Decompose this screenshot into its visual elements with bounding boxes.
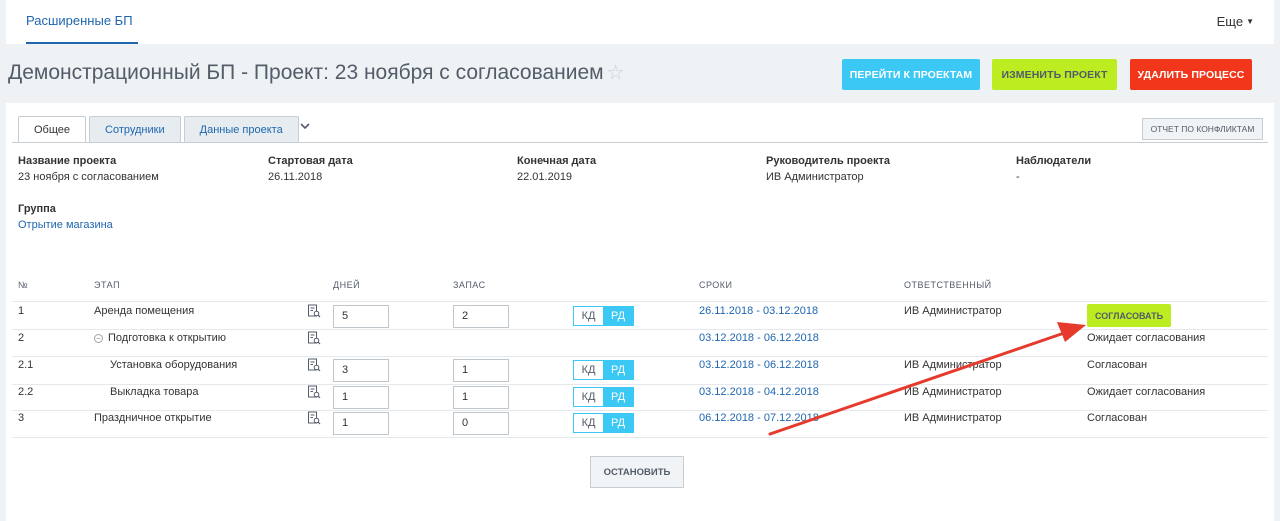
conflict-report-button[interactable]: ОТЧЕТ ПО КОНФЛИКТАМ [1142, 118, 1263, 140]
reserve-input[interactable]: 2 [453, 305, 509, 328]
active-tab-underline [26, 42, 138, 44]
rd-option[interactable]: РД [603, 307, 633, 325]
approve-button[interactable]: СОГЛАСОВАТЬ [1087, 304, 1171, 327]
col-num: № [18, 280, 29, 290]
stop-button[interactable]: ОСТАНОВИТЬ [590, 456, 684, 488]
row-dates[interactable]: 26.11.2018 - 03.12.2018 [699, 305, 818, 317]
col-reserve: ЗАПАС [453, 280, 486, 290]
top-navigation: Расширенные БП Еще ▼ [6, 0, 1274, 44]
row-num: 2.1 [18, 359, 34, 371]
kd-option[interactable]: КД [574, 414, 603, 432]
days-input[interactable]: 1 [333, 386, 389, 409]
group-label: Группа [18, 203, 56, 215]
row-divider [12, 384, 1268, 385]
row-stage: Установка оборудования [110, 359, 238, 371]
document-search-icon[interactable] [307, 358, 321, 372]
tab-project-data[interactable]: Данные проекта [183, 116, 299, 142]
page-title: Демонстрационный БП - Проект: 23 ноября … [8, 60, 625, 85]
group-link[interactable]: Отрытие магазина [18, 219, 113, 231]
kd-option[interactable]: КД [574, 388, 603, 406]
observers-label: Наблюдатели [1016, 155, 1092, 167]
row-stage: Выкладка товара [110, 386, 199, 398]
col-responsible: ОТВЕТСТВЕННЫЙ [904, 280, 992, 290]
row-dates[interactable]: 03.12.2018 - 06.12.2018 [699, 359, 819, 371]
kd-rd-toggle[interactable]: КД РД [573, 306, 634, 326]
row-divider [12, 301, 1268, 302]
row-divider [12, 356, 1268, 357]
collapse-icon[interactable]: − [94, 334, 103, 343]
col-dates: СРОКИ [699, 280, 733, 290]
project-name-value: 23 ноября с согласованием [18, 171, 159, 183]
chevron-down-icon[interactable] [300, 121, 310, 133]
row-num: 1 [18, 305, 25, 317]
col-stage: ЭТАП [94, 280, 121, 290]
row-num: 2.2 [18, 386, 34, 398]
document-search-icon[interactable] [307, 411, 321, 425]
app-tab-extended-bp[interactable]: Расширенные БП [26, 13, 133, 28]
kd-rd-toggle[interactable]: КД РД [573, 360, 634, 380]
reserve-input[interactable]: 1 [453, 359, 509, 382]
days-input[interactable]: 5 [333, 305, 389, 328]
project-card: Общее Сотрудники Данные проекта ОТЧЕТ ПО… [6, 103, 1274, 521]
kd-option[interactable]: КД [574, 361, 603, 379]
row-stage: Аренда помещения [94, 305, 195, 317]
reserve-input[interactable]: 0 [453, 412, 509, 435]
row-divider [12, 437, 1268, 438]
kd-rd-toggle[interactable]: КД РД [573, 413, 634, 433]
end-date-value: 22.01.2019 [517, 171, 573, 183]
row-status: Согласован [1087, 359, 1148, 371]
observers-value: - [1016, 171, 1020, 183]
row-dates[interactable]: 06.12.2018 - 07.12.2018 [699, 412, 819, 424]
rd-option[interactable]: РД [603, 414, 633, 432]
document-search-icon[interactable] [307, 385, 321, 399]
star-icon[interactable]: ☆ [607, 62, 625, 84]
row-status: Ожидает согласования [1087, 386, 1206, 398]
kd-option[interactable]: КД [574, 307, 603, 325]
project-name-label: Название проекта [18, 155, 117, 167]
page-title-text: Демонстрационный БП - Проект: 23 ноября … [8, 61, 604, 84]
row-status: Согласован [1087, 412, 1148, 424]
days-input[interactable]: 3 [333, 359, 389, 382]
row-responsible: ИВ Администратор [904, 359, 1002, 371]
manager-label: Руководитель проекта [766, 155, 890, 167]
more-label: Еще [1216, 14, 1244, 29]
row-num: 2 [18, 332, 25, 344]
row-divider [12, 410, 1268, 411]
tab-employees[interactable]: Сотрудники [89, 116, 181, 142]
edit-project-button[interactable]: ИЗМЕНИТЬ ПРОЕКТ [992, 59, 1117, 90]
row-responsible: ИВ Администратор [904, 305, 1002, 317]
start-date-value: 26.11.2018 [268, 171, 323, 183]
col-days: ДНЕЙ [333, 280, 361, 290]
row-dates[interactable]: 03.12.2018 - 04.12.2018 [699, 386, 819, 398]
document-search-icon[interactable] [307, 304, 321, 318]
row-stage: Подготовка к открытию [108, 332, 227, 344]
more-menu[interactable]: Еще ▼ [1217, 14, 1254, 29]
tabs-divider [12, 142, 1268, 143]
manager-value: ИВ Администратор [766, 171, 864, 183]
row-responsible: ИВ Администратор [904, 412, 1002, 424]
row-dates[interactable]: 03.12.2018 - 06.12.2018 [699, 332, 819, 344]
days-input[interactable]: 1 [333, 412, 389, 435]
rd-option[interactable]: РД [603, 388, 633, 406]
row-responsible: ИВ Администратор [904, 386, 1002, 398]
reserve-input[interactable]: 1 [453, 386, 509, 409]
row-divider [12, 329, 1268, 330]
end-date-label: Конечная дата [517, 155, 597, 167]
tab-general[interactable]: Общее [18, 116, 87, 142]
caret-down-icon: ▼ [1246, 17, 1254, 26]
tabs-bar: Общее Сотрудники Данные проекта [18, 116, 302, 142]
row-status: Ожидает согласования [1087, 332, 1206, 344]
go-to-projects-button[interactable]: ПЕРЕЙТИ К ПРОЕКТАМ [842, 59, 980, 90]
row-stage: Праздничное открытие [94, 412, 212, 424]
rd-option[interactable]: РД [603, 361, 633, 379]
row-num: 3 [18, 412, 25, 424]
delete-process-button[interactable]: УДАЛИТЬ ПРОЦЕСС [1130, 59, 1252, 90]
start-date-label: Стартовая дата [268, 155, 353, 167]
kd-rd-toggle[interactable]: КД РД [573, 387, 634, 407]
document-search-icon[interactable] [307, 331, 321, 345]
